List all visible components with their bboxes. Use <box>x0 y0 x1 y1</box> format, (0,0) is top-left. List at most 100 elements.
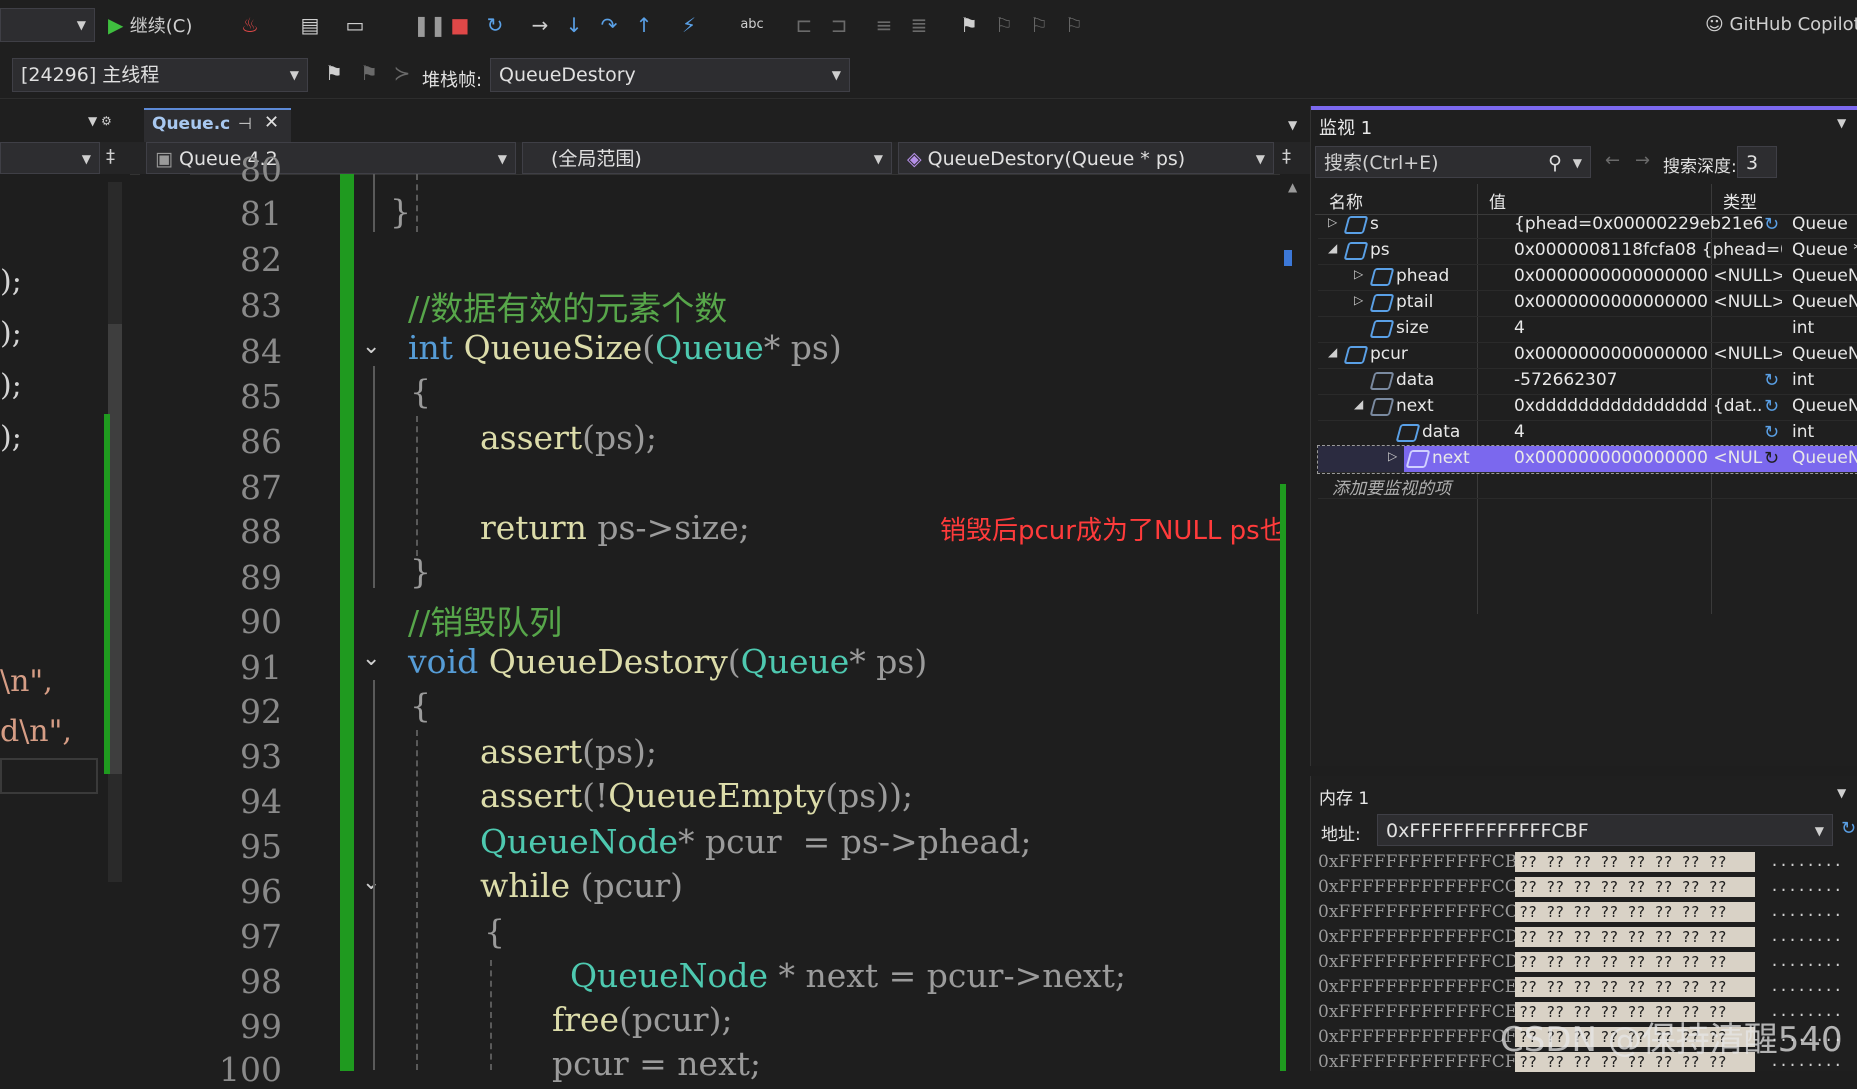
refresh-icon[interactable]: ↻ <box>1764 214 1779 235</box>
uncomment-icon[interactable]: ⊐ <box>825 10 853 40</box>
solution-pin-icon[interactable]: ▼ ⚙ <box>88 114 112 128</box>
expand-icon[interactable]: ▷ <box>1354 267 1363 281</box>
watch-row[interactable]: data -572662307 ↻ int <box>1318 368 1857 395</box>
col-name[interactable]: 名称 <box>1329 188 1363 213</box>
thread-dropdown[interactable]: [24296] 主线程 ▼ <box>12 58 308 92</box>
stop-icon[interactable]: ■ <box>447 10 473 40</box>
hot-reload-icon[interactable]: ♨ <box>232 10 268 40</box>
split-editor-icon[interactable]: ‡ <box>1282 146 1291 167</box>
memory-hex[interactable]: ?? ?? ?? ?? ?? ?? ?? ?? <box>1515 977 1755 997</box>
col-value[interactable]: 值 <box>1489 188 1506 213</box>
collapse-icon[interactable]: ◢ <box>1328 345 1337 359</box>
watch-row[interactable]: ▷ phead 0x0000000000000000 <NULL> QueueN <box>1318 264 1857 291</box>
variable-icon <box>1343 242 1369 260</box>
col-type[interactable]: 类型 <box>1723 188 1757 213</box>
search-depth-input[interactable]: 3 <box>1737 146 1777 178</box>
add-watch-row[interactable]: 添加要监视的项 <box>1318 472 1857 499</box>
scroll-up-icon[interactable]: ▲ <box>1288 180 1297 194</box>
memory-ascii: ........ <box>1770 952 1843 970</box>
outdent-icon[interactable]: ≣ <box>905 10 933 40</box>
collapse-icon[interactable]: ◢ <box>1328 241 1337 255</box>
code-line-94: assert(!QueueEmpty(ps)); <box>480 776 914 815</box>
expand-icon[interactable]: ▷ <box>1328 215 1337 229</box>
refresh-icon[interactable]: ↻ <box>1764 422 1779 443</box>
expand-icon[interactable]: ▷ <box>1388 449 1397 463</box>
scope-dropdown[interactable]: (全局范围) ▼ <box>522 142 892 174</box>
collapse-icon[interactable]: ◢ <box>1354 397 1363 411</box>
stackframe-icon: ≻ <box>393 61 411 85</box>
code-line-86: assert(ps); <box>480 418 658 457</box>
forward-arrow-icon[interactable]: → <box>1635 150 1650 171</box>
fold-collapse-icon[interactable]: ⌄ <box>362 334 380 359</box>
watch-row[interactable]: ▷ s {phead=0x00000229eb21e6d... ↻ Queue <box>1318 212 1857 239</box>
stackframe-dropdown[interactable]: QueueDestory ▼ <box>490 58 850 92</box>
memory-menu-icon[interactable]: ▼ <box>1837 786 1846 800</box>
watch-search-input[interactable]: 搜索(Ctrl+E) ⚲ ▼ <box>1315 146 1591 178</box>
indent-guide <box>416 174 418 232</box>
spellcheck-icon[interactable]: abc <box>737 10 767 40</box>
function-dropdown[interactable]: ◈ QueueDestory(Queue * ps) ▼ <box>898 142 1274 174</box>
watch-menu-icon[interactable]: ▼ <box>1837 116 1846 130</box>
search-depth-label: 搜索深度: <box>1663 157 1737 177</box>
refresh-icon[interactable]: ↻ <box>1764 448 1779 469</box>
left-nav-dropdown[interactable]: ▼ <box>0 142 100 174</box>
folder-icon[interactable]: ▤ <box>295 10 325 40</box>
config-dropdown[interactable]: ▼ <box>0 8 95 42</box>
watch-row[interactable]: ◢ pcur 0x0000000000000000 <NULL> QueueN <box>1318 342 1857 369</box>
fold-guide <box>373 366 375 588</box>
indent-icon[interactable]: ≡ <box>870 10 898 40</box>
tab-queue-c[interactable]: Queue.c ⊣ ✕ <box>144 108 291 142</box>
hex-display-icon[interactable]: ⚡ <box>675 10 703 40</box>
memory-address: 0xFFFFFFFFFFFFFCEF <box>1318 1002 1529 1022</box>
copilot-button[interactable]: ☺ GitHub Copilot <box>1705 10 1857 40</box>
address-input[interactable]: 0xFFFFFFFFFFFFFCBF ▼ <box>1377 814 1833 846</box>
reevaluate-icon[interactable]: ↻ <box>1841 818 1856 839</box>
pin-icon[interactable]: ⊣ <box>238 114 252 133</box>
bookmark-icon[interactable]: ⚑ <box>955 10 983 40</box>
flag-thread-icon[interactable]: ⚑ <box>355 58 383 88</box>
memory-hex[interactable]: ?? ?? ?? ?? ?? ?? ?? ?? <box>1515 852 1755 872</box>
window-icon[interactable]: ▭ <box>340 10 370 40</box>
split-icon[interactable]: ‡ <box>106 146 115 167</box>
close-icon[interactable]: ✕ <box>264 112 279 133</box>
line-number: 96 <box>240 872 282 911</box>
back-arrow-icon[interactable]: ← <box>1605 150 1620 171</box>
expand-icon[interactable]: ▷ <box>1354 293 1363 307</box>
variable-icon <box>1343 216 1369 234</box>
watch-row[interactable]: data 4 ↻ int <box>1318 420 1857 447</box>
refresh-icon[interactable]: ↻ <box>1764 370 1779 391</box>
memory-hex[interactable]: ?? ?? ?? ?? ?? ?? ?? ?? <box>1515 952 1755 972</box>
memory-hex[interactable]: ?? ?? ?? ?? ?? ?? ?? ?? <box>1515 902 1755 922</box>
field-icon <box>1369 320 1395 338</box>
continue-button[interactable]: ▶ 继续(C) <box>108 10 218 40</box>
watch-row[interactable]: ◢ ps 0x0000008118fcfa08 {phead=0x... Que… <box>1318 238 1857 265</box>
step-into-icon[interactable]: ↓ <box>560 10 588 40</box>
fold-collapse-icon[interactable]: ⌄ <box>362 646 380 671</box>
memory-address: 0xFFFFFFFFFFFFFCC7 <box>1318 877 1529 897</box>
step-out-icon[interactable]: ↑ <box>630 10 658 40</box>
step-over-icon[interactable]: ↷ <box>595 10 623 40</box>
comment-icon[interactable]: ⊏ <box>790 10 818 40</box>
watch-row[interactable]: ▷ ptail 0x0000000000000000 <NULL> QueueN <box>1318 290 1857 317</box>
prev-bookmark-icon[interactable]: ⚐ <box>990 10 1018 40</box>
refresh-icon[interactable]: ↻ <box>1764 396 1779 417</box>
watch-row[interactable]: ◢ next 0xdddddddddddddddd {dat... ↻ Queu… <box>1318 394 1857 421</box>
memory-hex[interactable]: ?? ?? ?? ?? ?? ?? ?? ?? <box>1515 927 1755 947</box>
watch-row-selected[interactable]: ▷ next 0x0000000000000000 <NUL... ↻ Queu… <box>1317 445 1857 474</box>
restart-icon[interactable]: ↻ <box>480 10 510 40</box>
left-input-box[interactable] <box>0 758 98 794</box>
code-line-97: { <box>484 912 505 951</box>
search-icon[interactable]: ⚲ <box>1548 147 1562 179</box>
flag-icon[interactable]: ⚑ <box>320 58 348 88</box>
code-line-81: } <box>390 192 411 231</box>
editor-scrollbar[interactable]: ▲ <box>1280 174 1310 1071</box>
tab-overflow-icon[interactable]: ▼ <box>1288 118 1297 132</box>
clear-bookmarks-icon[interactable]: ⚐ <box>1060 10 1088 40</box>
memory-hex[interactable]: ?? ?? ?? ?? ?? ?? ?? ?? <box>1515 877 1755 897</box>
pause-icon[interactable]: ❚❚ <box>413 10 447 40</box>
next-bookmark-icon[interactable]: ⚐ <box>1025 10 1053 40</box>
left-scroll-thumb[interactable] <box>108 324 122 774</box>
show-next-statement-icon[interactable]: → <box>526 10 554 40</box>
fold-collapse-icon[interactable]: ⌄ <box>362 870 380 895</box>
watch-row[interactable]: size 4 int <box>1318 316 1857 343</box>
